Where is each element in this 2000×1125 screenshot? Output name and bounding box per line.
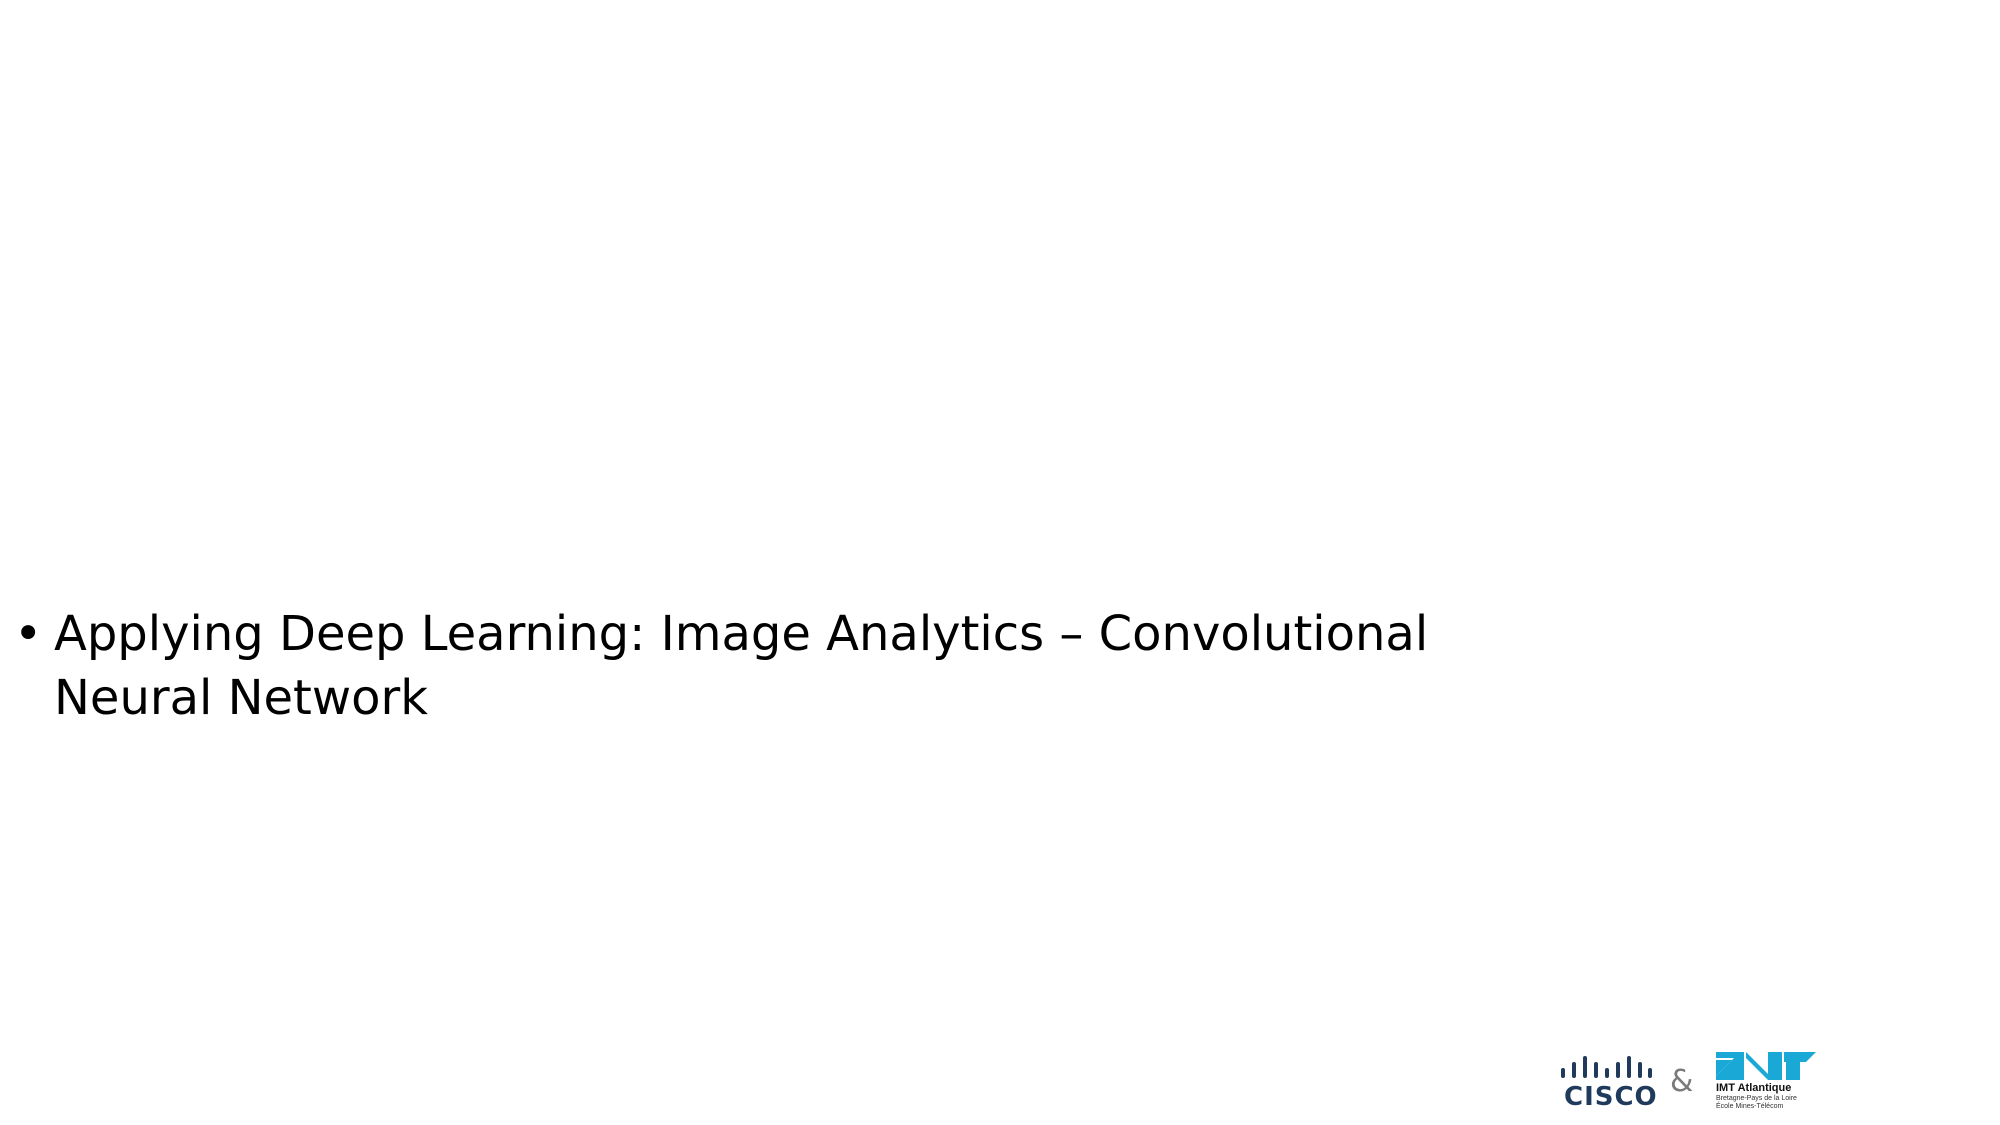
bullet-text-line-2: Neural Network — [54, 670, 429, 726]
imt-name: IMT Atlantique — [1716, 1082, 1792, 1094]
ampersand: & — [1670, 1064, 1694, 1099]
footer-logos: CISCO & IMT Atlantique Bretagne-Pays de … — [1558, 1052, 1818, 1114]
bullet-symbol: • — [14, 606, 43, 662]
cisco-wordmark: CISCO — [1564, 1082, 1658, 1112]
slide: • Applying Deep Learning: Image Analytic… — [0, 0, 2000, 1125]
bullet-item: • Applying Deep Learning: Image Analytic… — [14, 602, 1434, 730]
imt-subtitle-2: École Mines-Télécom — [1716, 1103, 1784, 1110]
bullet-text: Applying Deep Learning: Image Analytics … — [54, 602, 1428, 730]
imt-mark-icon — [1716, 1052, 1816, 1080]
cisco-bars-icon — [1561, 1056, 1652, 1078]
imt-subtitle-1: Bretagne-Pays de la Loire — [1716, 1095, 1797, 1102]
imt-atlantique-logo: IMT Atlantique Bretagne-Pays de la Loire… — [1716, 1052, 1826, 1114]
cisco-logo: CISCO — [1558, 1056, 1657, 1111]
bullet-text-line-1: Applying Deep Learning: Image Analytics … — [54, 606, 1429, 662]
